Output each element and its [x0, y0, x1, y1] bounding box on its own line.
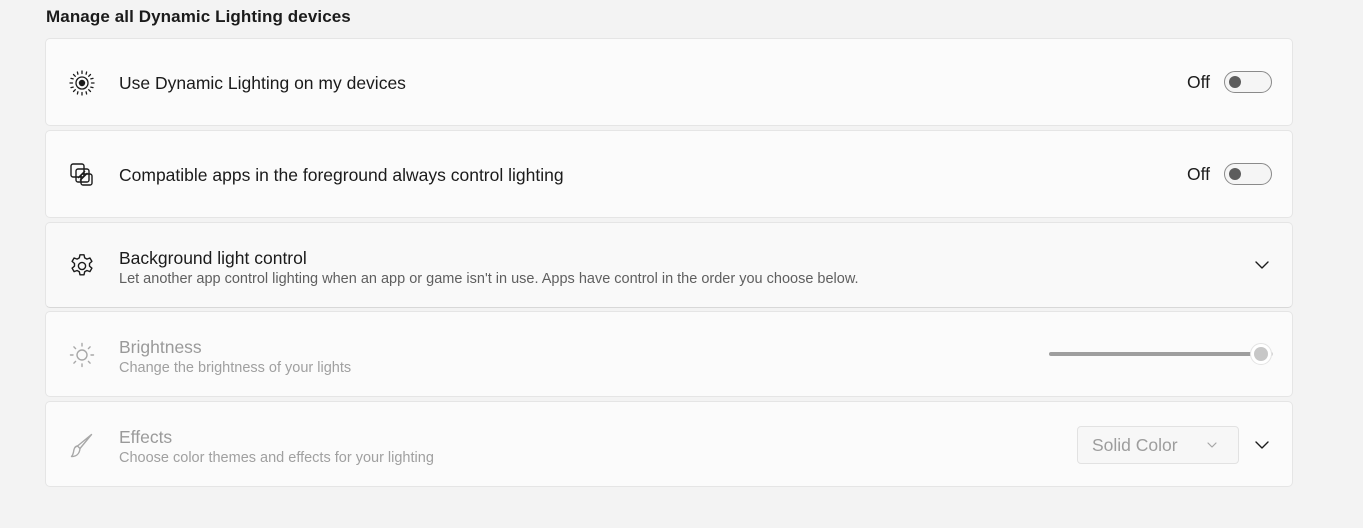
toggle-knob: [1229, 76, 1241, 88]
effects-label: Effects: [119, 427, 173, 447]
layers-icon: [68, 161, 96, 189]
background-light-control-expander[interactable]: Background light control Let another app…: [45, 222, 1293, 308]
slider-track-filled: [1049, 352, 1261, 356]
gear-icon: [68, 252, 96, 280]
foreground-apps-toggle[interactable]: [1224, 163, 1272, 185]
section-title: Manage all Dynamic Lighting devices: [46, 7, 351, 26]
dynamic-lighting-icon: [68, 69, 96, 97]
dynamic-lighting-setting: Use Dynamic Lighting on my devices Off: [45, 38, 1293, 126]
foreground-apps-setting: Compatible apps in the foreground always…: [45, 130, 1293, 218]
brightness-setting: Brightness Change the brightness of your…: [45, 311, 1293, 397]
chevron-down-icon: [1207, 442, 1217, 448]
brightness-slider[interactable]: [1049, 343, 1273, 365]
background-light-control-description: Let another app control lighting when an…: [119, 271, 859, 287]
brush-icon: [68, 431, 96, 459]
effects-dropdown[interactable]: Solid Color: [1077, 426, 1239, 464]
background-light-control-label: Background light control: [119, 248, 307, 268]
effects-description: Choose color themes and effects for your…: [119, 450, 434, 466]
chevron-down-icon[interactable]: [1252, 255, 1272, 275]
dynamic-lighting-label: Use Dynamic Lighting on my devices: [119, 73, 406, 93]
dynamic-lighting-toggle[interactable]: [1224, 71, 1272, 93]
foreground-apps-label: Compatible apps in the foreground always…: [119, 165, 564, 185]
effects-dropdown-value: Solid Color: [1092, 434, 1178, 455]
toggle-knob: [1229, 168, 1241, 180]
sun-icon: [68, 341, 96, 369]
effects-setting: Effects Choose color themes and effects …: [45, 401, 1293, 487]
slider-thumb[interactable]: [1250, 343, 1272, 365]
effects-expand-chevron-icon[interactable]: [1252, 435, 1272, 455]
brightness-description: Change the brightness of your lights: [119, 360, 352, 376]
dynamic-lighting-state: Off: [1186, 71, 1210, 92]
brightness-label: Brightness: [119, 337, 202, 357]
foreground-apps-state: Off: [1186, 163, 1210, 184]
